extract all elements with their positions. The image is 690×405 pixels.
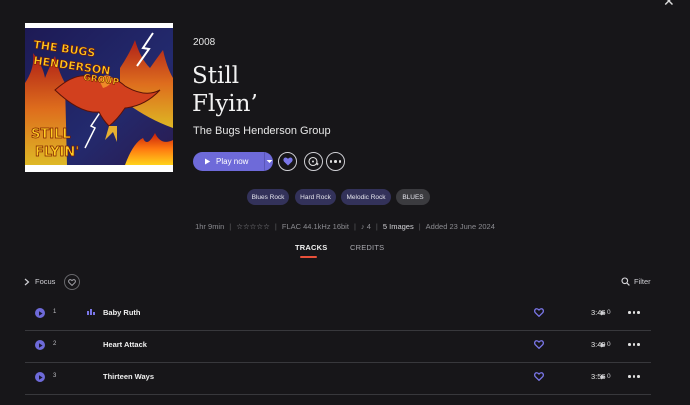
play-now-button[interactable]: Play now bbox=[193, 152, 273, 171]
album-cover-art: THE BUGS HENDERSON GROUP STILL FLYIN' bbox=[25, 28, 173, 165]
track-title[interactable]: Thirteen Ways bbox=[103, 372, 154, 381]
track-title[interactable]: Heart Attack bbox=[103, 340, 147, 349]
track-play-icon[interactable] bbox=[35, 372, 45, 382]
heart-icon bbox=[282, 157, 293, 166]
genre-tag-hard-rock[interactable]: Hard Rock bbox=[295, 189, 336, 205]
tab-tracks[interactable]: TRACKS bbox=[295, 243, 327, 252]
track-more-button[interactable] bbox=[628, 375, 640, 378]
meta-separator: | bbox=[375, 222, 378, 231]
album-artist[interactable]: The Bugs Henderson Group bbox=[193, 125, 331, 137]
date-added: Added 23 June 2024 bbox=[425, 222, 495, 231]
play-now-main[interactable]: Play now bbox=[193, 157, 254, 166]
genre-tag-blues[interactable]: BLUES bbox=[396, 189, 430, 205]
chevron-down-icon bbox=[266, 160, 272, 163]
meta-separator: | bbox=[418, 222, 421, 231]
track-play-count: 0 bbox=[600, 341, 611, 348]
album-title: Still Flyin’ bbox=[192, 62, 258, 118]
track-heart-icon[interactable] bbox=[534, 340, 544, 349]
track-row[interactable]: 3 Thirteen Ways 3:56 0 bbox=[25, 362, 651, 395]
play-now-label: Play now bbox=[216, 157, 249, 166]
track-play-icon[interactable] bbox=[35, 308, 45, 318]
close-icon[interactable]: ✕ bbox=[663, 0, 675, 10]
heart-outline-icon bbox=[68, 278, 76, 286]
track-heart-icon[interactable] bbox=[534, 372, 544, 381]
track-row[interactable]: 2 Heart Attack 3:49 0 bbox=[25, 330, 651, 363]
track-number: 2 bbox=[53, 341, 57, 347]
meta-separator: | bbox=[274, 222, 277, 231]
album-cover: THE BUGS HENDERSON GROUP STILL FLYIN' bbox=[25, 23, 173, 172]
album-meta-line: 1hr 9min | ☆☆☆☆☆ | FLAC 44.1kHz 16bit | … bbox=[0, 222, 690, 231]
genre-tag-blues-rock[interactable]: Blues Rock bbox=[247, 189, 289, 205]
track-row[interactable]: 1 Baby Ruth 3:46 0 bbox=[25, 298, 651, 331]
track-more-button[interactable] bbox=[628, 343, 640, 346]
chevron-right-icon bbox=[24, 278, 30, 285]
album-year: 2008 bbox=[193, 37, 216, 48]
track-play-count: 0 bbox=[600, 373, 611, 380]
dynamic-range-icon: ♪ bbox=[360, 222, 365, 231]
disc-add-icon bbox=[308, 156, 319, 167]
filter-label: Filter bbox=[634, 277, 651, 286]
genre-tag-melodic-rock[interactable]: Melodic Rock bbox=[341, 189, 391, 205]
track-heart-icon[interactable] bbox=[534, 308, 544, 317]
more-options-button[interactable] bbox=[326, 152, 345, 171]
play-count-icon bbox=[601, 310, 605, 315]
search-icon bbox=[621, 277, 630, 286]
now-playing-bars-icon bbox=[87, 309, 95, 315]
track-more-button[interactable] bbox=[628, 311, 640, 314]
meta-separator: | bbox=[229, 222, 232, 231]
favorite-button[interactable] bbox=[278, 152, 297, 171]
play-count-icon bbox=[601, 374, 605, 379]
more-dots-icon bbox=[329, 160, 342, 163]
add-to-playlist-button[interactable] bbox=[304, 152, 323, 171]
active-tab-indicator bbox=[300, 256, 317, 258]
focus-favorites-button[interactable] bbox=[64, 274, 80, 290]
meta-separator: | bbox=[353, 222, 356, 231]
dynamic-range: ♪ 4 bbox=[360, 222, 371, 231]
filter-button[interactable]: Filter bbox=[621, 277, 651, 286]
track-play-count: 0 bbox=[600, 309, 611, 316]
focus-toggle[interactable]: Focus bbox=[24, 277, 55, 286]
tab-credits[interactable]: CREDITS bbox=[350, 243, 384, 252]
track-number: 1 bbox=[53, 309, 57, 315]
audio-format: FLAC 44.1kHz 16bit bbox=[281, 222, 349, 231]
album-title-line2: Flyin’ bbox=[192, 91, 258, 117]
focus-label: Focus bbox=[35, 277, 56, 286]
svg-text:STILL: STILL bbox=[31, 127, 71, 142]
svg-text:FLYIN': FLYIN' bbox=[35, 145, 79, 160]
track-number: 3 bbox=[53, 373, 57, 379]
track-play-icon[interactable] bbox=[35, 340, 45, 350]
images-link[interactable]: 5 Images bbox=[383, 222, 414, 231]
album-duration: 1hr 9min bbox=[195, 222, 225, 231]
play-options-dropdown[interactable] bbox=[265, 159, 273, 164]
play-count-icon bbox=[601, 342, 605, 347]
track-title[interactable]: Baby Ruth bbox=[103, 308, 141, 317]
rating-stars[interactable]: ☆☆☆☆☆ bbox=[236, 222, 270, 231]
album-title-line1: Still bbox=[192, 63, 240, 89]
play-icon bbox=[205, 158, 211, 165]
